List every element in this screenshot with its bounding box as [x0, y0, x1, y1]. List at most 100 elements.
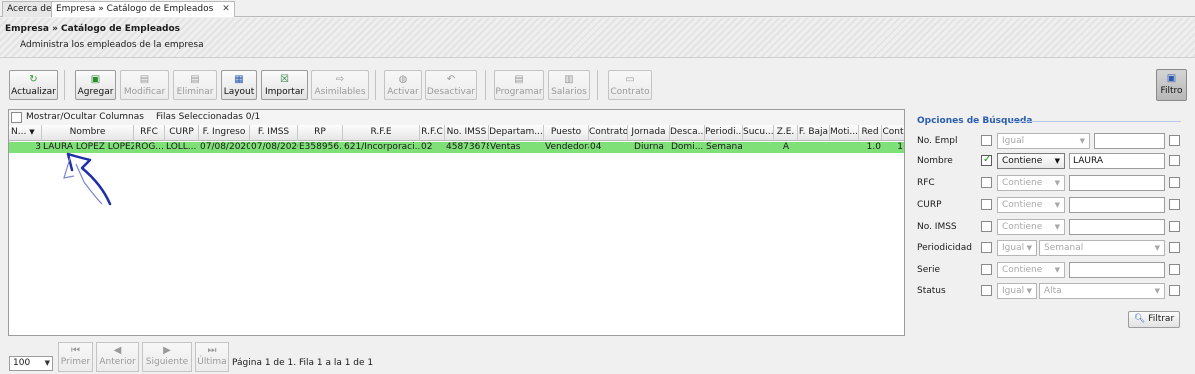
next-page-button[interactable]: ▶ Siguiente [142, 342, 192, 372]
search-row-periodicidad: Periodicidad Igual ▼ Semanal ▼ [912, 238, 1195, 258]
operator-select[interactable]: Contiene ▼ [997, 153, 1065, 169]
search-value-input[interactable] [1069, 197, 1165, 213]
chevron-down-icon: ▼ [44, 359, 50, 367]
previous-page-button[interactable]: ◀ Anterior [96, 342, 139, 372]
column-header-descanso[interactable]: Desca... [670, 125, 705, 141]
search-secondary-checkbox[interactable] [1169, 264, 1180, 275]
column-header-rp[interactable]: RP [298, 125, 343, 141]
cell-ze: A [782, 142, 790, 152]
operator-select[interactable]: Contiene ▼ [997, 262, 1065, 278]
column-header-contrato[interactable]: Contrato [589, 125, 628, 141]
column-header-no[interactable]: N... ▼ [9, 125, 42, 141]
chevron-down-icon: ▼ [1054, 223, 1060, 231]
search-secondary-checkbox[interactable] [1169, 242, 1180, 253]
next-page-icon: ▶ [163, 345, 171, 356]
search-value-input[interactable]: LAURA [1069, 153, 1165, 169]
search-value-input[interactable] [1069, 262, 1165, 278]
page-header: Empresa » Catálogo de Empleados Administ… [0, 18, 1195, 58]
page-title: Empresa » Catálogo de Empleados [5, 24, 180, 34]
column-header-curp[interactable]: CURP [165, 125, 199, 141]
toolbar-separator [64, 70, 65, 100]
column-header-ze[interactable]: Z.E. [774, 125, 798, 141]
apply-filter-button[interactable]: 🔍︎ Filtrar [1128, 311, 1180, 328]
cell-red: 1.0 [866, 142, 881, 152]
search-icon: 🔍︎ [1133, 314, 1146, 324]
tab-bar: Acerca de Empresa » Catálogo de Empleado… [0, 0, 1195, 17]
search-enable-checkbox[interactable] [981, 135, 992, 146]
periodicity-select[interactable]: Semanal ▼ [1039, 240, 1165, 256]
column-header-periodicidad[interactable]: Periodi... [705, 125, 743, 141]
operator-select[interactable]: Igual ▼ [997, 133, 1090, 149]
table-row[interactable]: 3 LAURA LOPEZ LOPEZ ROG... LOLL... 07/08… [9, 142, 904, 153]
search-value-input[interactable] [1094, 133, 1165, 149]
search-row-serie: Serie Contiene ▼ [912, 260, 1195, 280]
column-header-motivo[interactable]: Moti... [830, 125, 859, 141]
delete-button[interactable]: ▤ Eliminar [173, 70, 217, 100]
last-page-icon: ⏭ [207, 345, 217, 356]
refresh-button[interactable]: ↻ Actualizar [9, 70, 58, 100]
cell-f-baja [798, 142, 830, 153]
column-header-red[interactable]: Red [859, 125, 882, 141]
column-header-puesto[interactable]: Puesto [544, 125, 589, 141]
delete-icon: ▤ [190, 74, 200, 85]
search-enable-checkbox[interactable] [981, 242, 992, 253]
layout-button[interactable]: ▦ Layout [221, 70, 257, 100]
search-value-input[interactable] [1069, 175, 1165, 191]
column-header-no-imss[interactable]: No. IMSS [445, 125, 489, 141]
contract-button[interactable]: ▭ Contrato [608, 70, 652, 100]
search-secondary-checkbox[interactable] [1169, 285, 1180, 296]
chevron-down-icon: ▼ [1026, 244, 1032, 252]
deactivate-button[interactable]: ↶ Desactivar [425, 70, 477, 100]
search-secondary-checkbox[interactable] [1169, 199, 1180, 210]
search-value-input[interactable] [1069, 219, 1165, 235]
filter-toggle-button[interactable]: ▣ Filtro [1156, 69, 1187, 101]
operator-select[interactable]: Contiene ▼ [997, 197, 1065, 213]
toggle-columns-checkbox[interactable] [11, 112, 22, 123]
close-icon[interactable]: ✕ [222, 4, 230, 14]
search-enable-checkbox[interactable] [981, 285, 992, 296]
column-header-rfc[interactable]: RFC [134, 125, 165, 141]
search-enable-checkbox[interactable] [981, 264, 992, 275]
column-header-f-ingreso[interactable]: F. Ingreso [199, 125, 250, 141]
import-button[interactable]: ☒ Importar [261, 70, 308, 100]
column-header-f-baja[interactable]: F. Baja [798, 125, 830, 141]
operator-select[interactable]: Igual ▼ [997, 283, 1037, 299]
column-header-departamento[interactable]: Departam... [489, 125, 544, 141]
search-enable-checkbox[interactable] [981, 199, 992, 210]
activate-button[interactable]: ◍ Activar [384, 70, 422, 100]
edit-button[interactable]: ▤ Modificar [120, 70, 169, 100]
search-enable-checkbox[interactable] [981, 154, 992, 166]
chevron-down-icon: ▼ [1079, 137, 1085, 145]
column-header-cont[interactable]: Cont [882, 125, 904, 141]
add-button[interactable]: ▣ Agregar [75, 70, 116, 100]
last-page-button[interactable]: ⏭ Última [195, 342, 229, 372]
search-enable-checkbox[interactable] [981, 177, 992, 188]
status-select[interactable]: Alta ▼ [1039, 283, 1165, 299]
salary-button[interactable]: ▥ Salarios [548, 70, 590, 100]
column-header-nombre[interactable]: Nombre [42, 125, 134, 141]
operator-select[interactable]: Contiene ▼ [997, 175, 1065, 191]
search-secondary-checkbox[interactable] [1169, 221, 1180, 232]
operator-select[interactable]: Contiene ▼ [997, 219, 1065, 235]
tab-catalogo-empleados[interactable]: Empresa » Catálogo de Empleados ✕ [51, 1, 235, 17]
schedule-button[interactable]: ▤ Programar [494, 70, 544, 100]
cell-contrato: 04 [590, 142, 602, 152]
assimilables-button[interactable]: ⇨ Asimilables [311, 70, 369, 100]
operator-select[interactable]: Igual ▼ [997, 240, 1037, 256]
search-secondary-checkbox[interactable] [1169, 135, 1180, 146]
search-secondary-checkbox[interactable] [1169, 155, 1180, 166]
column-header-f-imss[interactable]: F. IMSS [250, 125, 298, 141]
page-size-select[interactable]: 100 ▼ [9, 356, 53, 371]
search-enable-checkbox[interactable] [981, 221, 992, 232]
tab-label: Acerca de [7, 4, 52, 14]
pagination-bar: 100 ▼ ⏮ Primer ◀ Anterior ▶ Siguiente ⏭ … [0, 340, 905, 374]
table-info-bar: Mostrar/Ocultar Columnas Filas Seleccion… [9, 110, 904, 125]
column-header-jornada[interactable]: Jornada [628, 125, 670, 141]
column-header-rfc-code[interactable]: R.F.C [420, 125, 445, 141]
first-page-button[interactable]: ⏮ Primer [58, 342, 93, 372]
tab-acerca-de[interactable]: Acerca de [2, 1, 57, 17]
column-header-rfe[interactable]: R.F.E [343, 125, 420, 141]
search-secondary-checkbox[interactable] [1169, 177, 1180, 188]
chevron-down-icon: ▼ [1054, 157, 1060, 165]
column-header-sucursal[interactable]: Sucu... [743, 125, 774, 141]
